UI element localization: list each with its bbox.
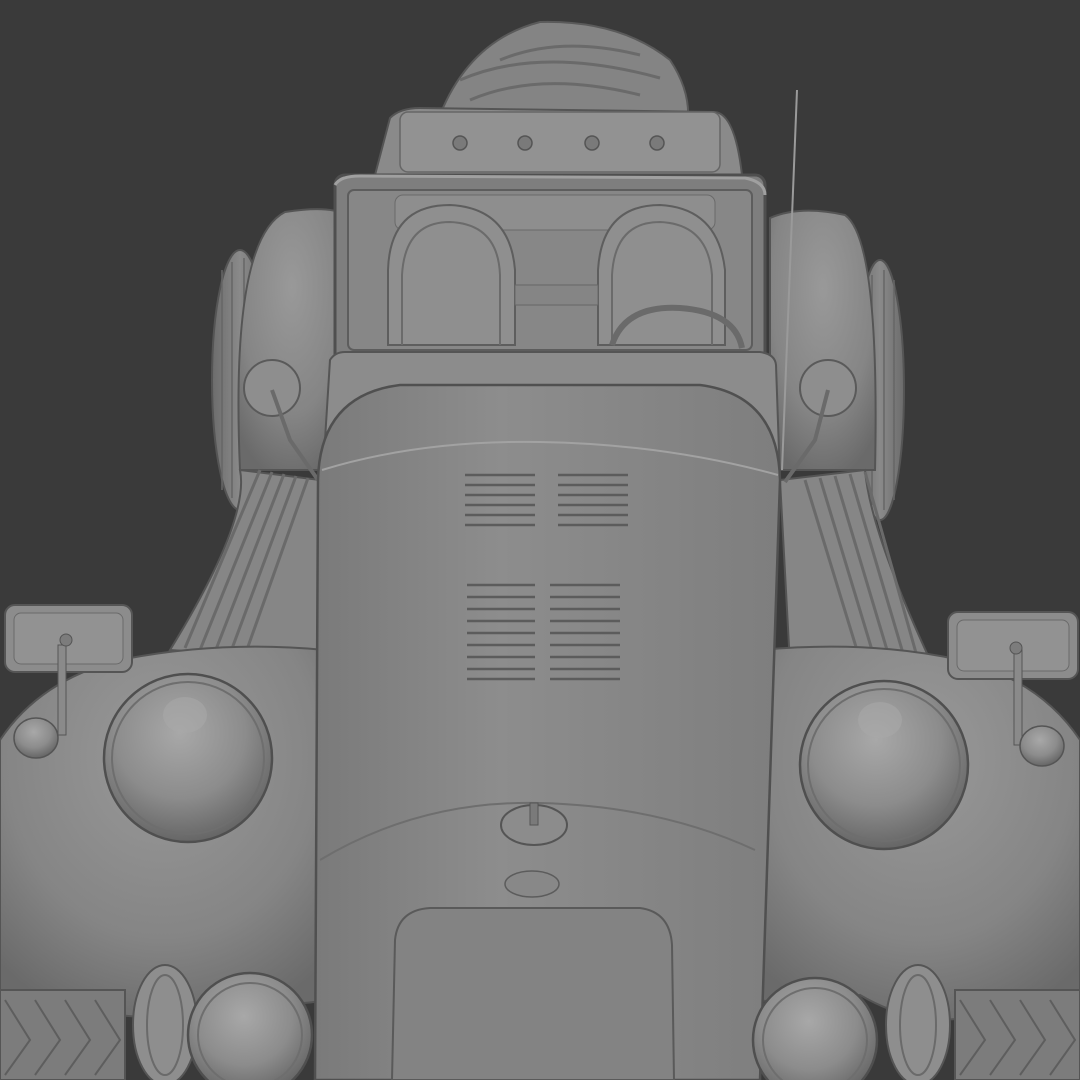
right-fender-fins	[778, 468, 932, 667]
spare-wheel	[439, 20, 690, 121]
cockpit	[333, 173, 767, 367]
left-headlamp	[102, 672, 274, 844]
left-fender-fins	[168, 468, 321, 662]
car-model-render	[0, 20, 1080, 1080]
dash-bolt	[584, 135, 600, 151]
left-fog-lamp	[186, 971, 314, 1080]
dash-bolt	[517, 135, 533, 151]
render-viewport[interactable]	[0, 0, 1080, 1080]
right-headlamp	[798, 679, 970, 851]
dash-bolt	[452, 135, 468, 151]
radiator-grille	[390, 907, 676, 1080]
hood	[313, 383, 782, 1080]
dash-bolt	[649, 135, 665, 151]
rear-deck	[373, 106, 744, 176]
right-seat	[597, 203, 726, 346]
left-seat	[387, 203, 516, 346]
